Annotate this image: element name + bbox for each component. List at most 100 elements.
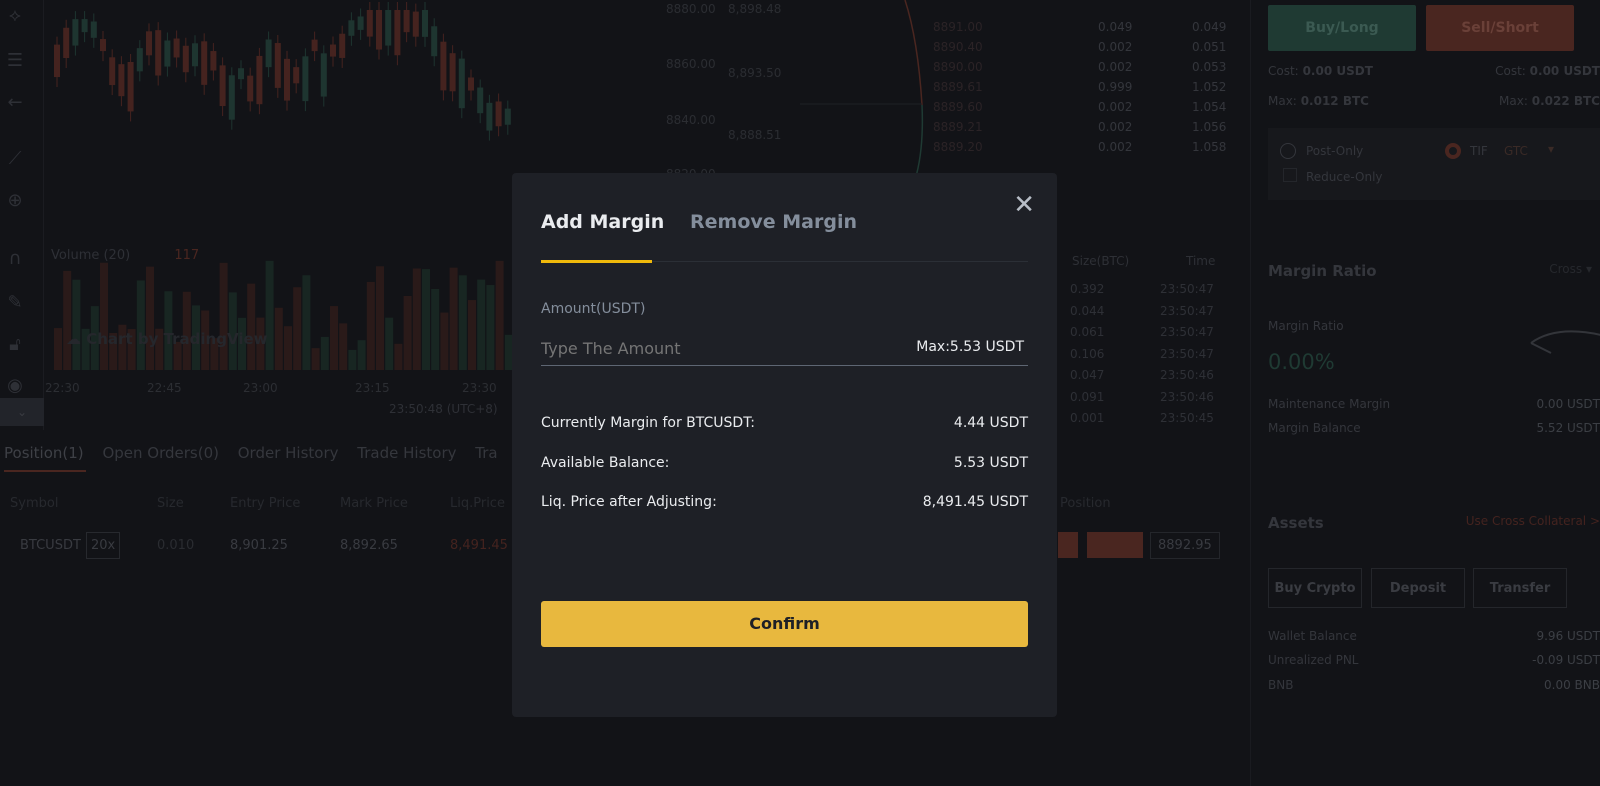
time-tick: 22:45 xyxy=(147,381,182,395)
candle-body xyxy=(431,26,438,57)
margin-mode-label: Cross xyxy=(1549,262,1583,276)
lock-icon[interactable]: 🔓︎ xyxy=(4,334,26,356)
sell-short-button[interactable]: Sell/Short xyxy=(1426,5,1574,51)
volume-bar xyxy=(412,268,421,370)
trade-time: 23:50:47 xyxy=(1160,303,1214,318)
time-tick: 23:30 xyxy=(462,381,497,395)
volume-bar xyxy=(302,275,311,370)
ask-price: 8891.00 xyxy=(933,20,983,34)
trade-size: 0.392 xyxy=(1070,282,1105,296)
ask-size: 0.002 xyxy=(1098,40,1133,54)
candle-body xyxy=(146,31,152,56)
candle-body xyxy=(155,30,162,76)
col-symbol: Symbol xyxy=(10,496,59,511)
close-price-input[interactable]: 8892.95 xyxy=(1150,532,1220,559)
ask-price: 8890.40 xyxy=(933,40,983,54)
tab-transaction[interactable]: Tra xyxy=(475,444,497,462)
ask-total: 0.053 xyxy=(1192,60,1227,74)
candle-body xyxy=(109,57,116,86)
volume-bar xyxy=(403,295,412,370)
market-close-button[interactable] xyxy=(1058,532,1078,558)
orderbook-row[interactable]: 8889.60 0.002 1.054 xyxy=(930,100,1230,120)
volume-bar xyxy=(54,328,62,370)
max-amount-button[interactable]: Max:5.53 USDT xyxy=(916,339,1024,355)
close-icon[interactable]: ✕ xyxy=(1013,190,1035,220)
candle-body xyxy=(495,101,502,127)
volume-bar xyxy=(136,280,145,370)
lock-drawing-icon[interactable]: ✎ xyxy=(4,292,26,314)
buy-crypto-button[interactable]: Buy Crypto xyxy=(1268,568,1362,608)
timezone[interactable]: (UTC+8) xyxy=(447,402,498,416)
tab-order-history[interactable]: Order History xyxy=(238,444,339,462)
fib-tool-icon[interactable]: ☰ xyxy=(4,50,26,72)
bnb-label: BNB xyxy=(1268,678,1294,692)
leverage-badge[interactable]: 20x xyxy=(86,532,121,559)
zoom-in-icon[interactable]: ⊕ xyxy=(4,190,26,212)
ask-total: 1.058 xyxy=(1192,140,1227,154)
time-tick: 22:30 xyxy=(45,381,80,395)
candle-body xyxy=(366,10,373,37)
info-row: Available Balance: 5.53 USDT xyxy=(541,455,1028,471)
candle-body xyxy=(293,67,300,84)
orderbook-row[interactable]: 8890.00 0.002 0.053 xyxy=(930,60,1230,80)
ask-total: 1.054 xyxy=(1192,100,1227,114)
pattern-tool-icon[interactable]: ⟡ xyxy=(4,5,26,27)
volume-bar xyxy=(72,279,81,370)
reduce-only-checkbox[interactable] xyxy=(1283,168,1297,182)
caret-down-icon[interactable]: ▾ xyxy=(1548,142,1554,156)
info-value: 5.53 USDT xyxy=(953,455,1028,471)
candle-body xyxy=(201,41,208,85)
volume-bar xyxy=(247,283,256,370)
orderbook-row[interactable]: 8890.40 0.002 0.051 xyxy=(930,40,1230,60)
eye-icon[interactable]: ◉ xyxy=(4,375,26,397)
candle-body xyxy=(72,19,79,46)
volume-value: 117 xyxy=(174,248,200,263)
ask-price: 8889.61 xyxy=(933,80,983,94)
active-tab-underline xyxy=(4,470,86,472)
volume-bar xyxy=(422,269,430,370)
volume-bar xyxy=(431,288,440,370)
tradingview-watermark: ☁ Chart by TradingView xyxy=(66,330,268,348)
arrow-tool-icon[interactable]: ← xyxy=(4,92,26,114)
orderbook-row[interactable]: 8889.61 0.999 1.052 xyxy=(930,80,1230,100)
orderbook-row[interactable]: 8891.00 0.049 0.049 xyxy=(930,20,1230,40)
transfer-button[interactable]: Transfer xyxy=(1473,568,1567,608)
tif-radio[interactable] xyxy=(1445,143,1461,159)
sell-cost: 0.00 USDT xyxy=(1529,64,1600,78)
tab-remove-margin[interactable]: Remove Margin xyxy=(690,211,857,233)
confirm-button[interactable]: Confirm xyxy=(541,601,1028,647)
volume-bar xyxy=(385,317,394,370)
candle-body xyxy=(357,16,364,30)
candle-body xyxy=(127,61,134,112)
ask-size: 0.002 xyxy=(1098,120,1133,134)
tab-add-margin[interactable]: Add Margin xyxy=(541,211,664,233)
tab-position[interactable]: Position(1) xyxy=(4,444,84,462)
price-chart[interactable]: Volume (20) 117 ☁ Chart by TradingView 2… xyxy=(44,0,514,416)
ask-size: 0.049 xyxy=(1098,20,1133,34)
ruler-icon[interactable]: ⟋ xyxy=(4,148,26,170)
tab-open-orders[interactable]: Open Orders(0) xyxy=(102,444,219,462)
trade-time: 23:50:46 xyxy=(1160,389,1214,404)
use-cross-collateral-link[interactable]: Use Cross Collateral > xyxy=(1466,514,1600,528)
buy-max: 0.012 BTC xyxy=(1300,94,1369,108)
deposit-button[interactable]: Deposit xyxy=(1371,568,1465,608)
limit-close-button[interactable] xyxy=(1087,532,1143,558)
buy-long-button[interactable]: Buy/Long xyxy=(1268,5,1416,51)
candle-body xyxy=(164,40,171,67)
ask-size: 0.002 xyxy=(1098,140,1133,154)
candle-body xyxy=(90,21,97,38)
amount-input[interactable] xyxy=(541,335,871,361)
margin-mode-select[interactable]: Cross ▾ xyxy=(1549,262,1592,276)
trade-panel: Buy/Long Sell/Short Cost: 0.00 USDT Cost… xyxy=(1250,0,1600,786)
orderbook-row[interactable]: 8889.20 0.002 1.058 xyxy=(930,140,1230,160)
volume-bar xyxy=(274,307,283,370)
orderbook-row[interactable]: 8889.21 0.002 1.056 xyxy=(930,120,1230,140)
trade-time: 23:50:47 xyxy=(1160,346,1214,361)
magnet-icon[interactable]: ∩ xyxy=(4,248,26,270)
tif-select[interactable]: GTC xyxy=(1504,144,1528,158)
collapse-chevron-icon[interactable]: ⌄ xyxy=(0,398,44,426)
info-row: Liq. Price after Adjusting: 8,491.45 USDT xyxy=(541,494,1028,510)
tab-trade-history[interactable]: Trade History xyxy=(357,444,456,462)
trades-header-time: Time xyxy=(1186,254,1216,268)
post-only-radio[interactable] xyxy=(1280,143,1296,159)
